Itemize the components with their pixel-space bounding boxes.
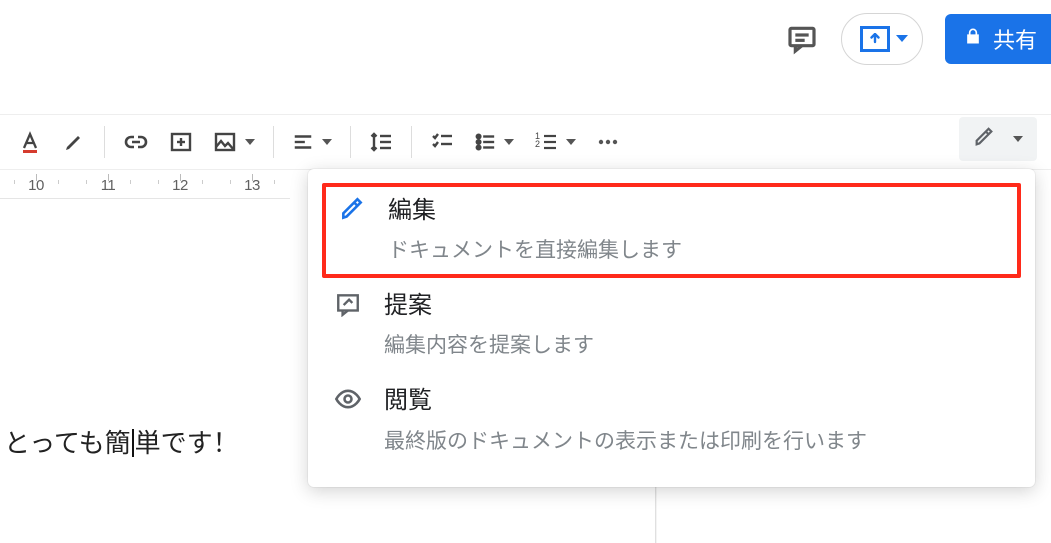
svg-text:2: 2 xyxy=(535,139,540,149)
ruler-mark: 11 xyxy=(101,177,116,194)
chevron-down-icon xyxy=(322,139,332,145)
checklist-button[interactable] xyxy=(420,122,464,162)
toolbar: 12 xyxy=(0,114,1051,170)
mode-subtitle: 最終版のドキュメントの表示または印刷を行います xyxy=(384,425,867,455)
ruler-mark: 12 xyxy=(172,177,188,194)
text-caret xyxy=(132,429,134,457)
share-button[interactable]: 共有 xyxy=(945,14,1051,64)
align-button[interactable] xyxy=(282,122,342,162)
numbered-list-button[interactable]: 12 xyxy=(524,122,586,162)
line-spacing-button[interactable] xyxy=(359,122,403,162)
insert-link-button[interactable] xyxy=(113,122,159,162)
mode-option-suggest[interactable]: 提案 編集内容を提案します xyxy=(308,278,1035,373)
highlight-button[interactable] xyxy=(52,122,96,162)
chevron-down-icon xyxy=(504,139,514,145)
ruler-mark: 10 xyxy=(28,177,44,194)
mode-title: 閲覧 xyxy=(384,385,867,416)
header-actions: 共有 xyxy=(785,6,1051,71)
text-color-button[interactable] xyxy=(8,122,52,162)
editing-mode-menu: 編集 ドキュメントを直接編集します 提案 編集内容を提案します 閲覧 最終版のド… xyxy=(308,169,1035,487)
share-label: 共有 xyxy=(993,23,1037,55)
more-button[interactable] xyxy=(586,122,630,162)
present-icon xyxy=(860,26,890,52)
separator xyxy=(411,126,412,158)
insert-image-button[interactable] xyxy=(203,122,265,162)
chevron-down-icon xyxy=(896,35,908,42)
mode-option-edit[interactable]: 編集 ドキュメントを直接編集します xyxy=(322,183,1021,278)
mode-subtitle: ドキュメントを直接編集します xyxy=(388,234,682,264)
lock-icon xyxy=(963,25,983,53)
eye-icon xyxy=(334,385,362,413)
present-button[interactable] xyxy=(841,13,923,65)
editing-mode-button[interactable] xyxy=(959,117,1037,161)
mode-option-view[interactable]: 閲覧 最終版のドキュメントの表示または印刷を行います xyxy=(308,373,1035,468)
pencil-icon xyxy=(338,195,366,223)
suggest-icon xyxy=(334,290,362,318)
mode-title: 編集 xyxy=(388,195,682,226)
insert-comment-button[interactable] xyxy=(159,122,203,162)
mode-subtitle: 編集内容を提案します xyxy=(384,329,594,359)
separator xyxy=(104,126,105,158)
pencil-icon xyxy=(973,126,995,153)
separator xyxy=(273,126,274,158)
mode-title: 提案 xyxy=(384,290,594,321)
chevron-down-icon xyxy=(1013,136,1023,142)
bulleted-list-button[interactable] xyxy=(464,122,524,162)
comments-icon[interactable] xyxy=(785,22,819,56)
document-text[interactable]: とっても簡単です！ xyxy=(4,423,239,460)
chevron-down-icon xyxy=(566,139,576,145)
separator xyxy=(350,126,351,158)
chevron-down-icon xyxy=(245,139,255,145)
ruler-mark: 13 xyxy=(244,177,260,194)
